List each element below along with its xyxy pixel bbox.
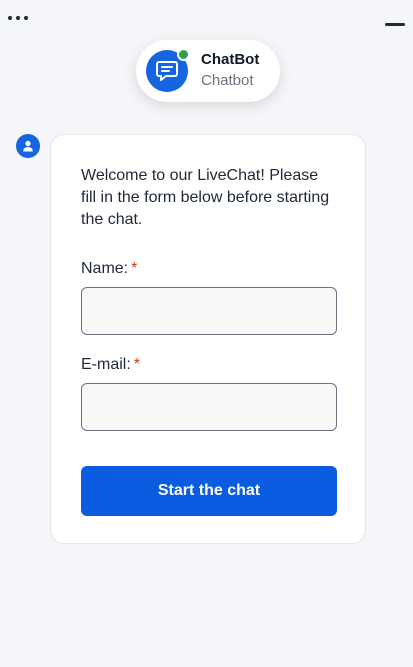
start-chat-button[interactable]: Start the chat <box>81 466 337 516</box>
more-dot <box>24 16 28 20</box>
email-label: E-mail: * <box>81 355 335 375</box>
prechat-form-card: Welcome to our LiveChat! Please fill in … <box>50 134 366 544</box>
chat-widget: ChatBot Chatbot Welcome to our LiveChat!… <box>0 0 413 667</box>
more-dot <box>16 16 20 20</box>
name-input[interactable] <box>81 287 337 335</box>
bot-header: ChatBot Chatbot <box>136 40 280 102</box>
welcome-message: Welcome to our LiveChat! Please fill in … <box>81 167 330 228</box>
minimize-icon <box>385 23 405 26</box>
email-input[interactable] <box>81 383 337 431</box>
name-label: Name: * <box>81 259 335 279</box>
minimize-button[interactable] <box>383 16 407 32</box>
more-options-button[interactable] <box>8 10 36 26</box>
required-mark: * <box>133 356 141 373</box>
user-icon <box>16 134 40 158</box>
more-horizontal-icon <box>8 16 12 20</box>
online-status-dot <box>177 48 190 61</box>
bot-subtitle: Chatbot <box>201 72 254 89</box>
name-label-text: Name: <box>81 260 129 277</box>
bot-info: ChatBot Chatbot <box>201 50 259 92</box>
bot-name: ChatBot <box>201 51 260 68</box>
chat-bubble-icon <box>156 61 178 81</box>
user-silhouette-icon <box>23 140 33 152</box>
email-label-text: E-mail: <box>81 356 131 373</box>
required-mark: * <box>131 260 138 277</box>
bot-avatar <box>146 48 190 92</box>
